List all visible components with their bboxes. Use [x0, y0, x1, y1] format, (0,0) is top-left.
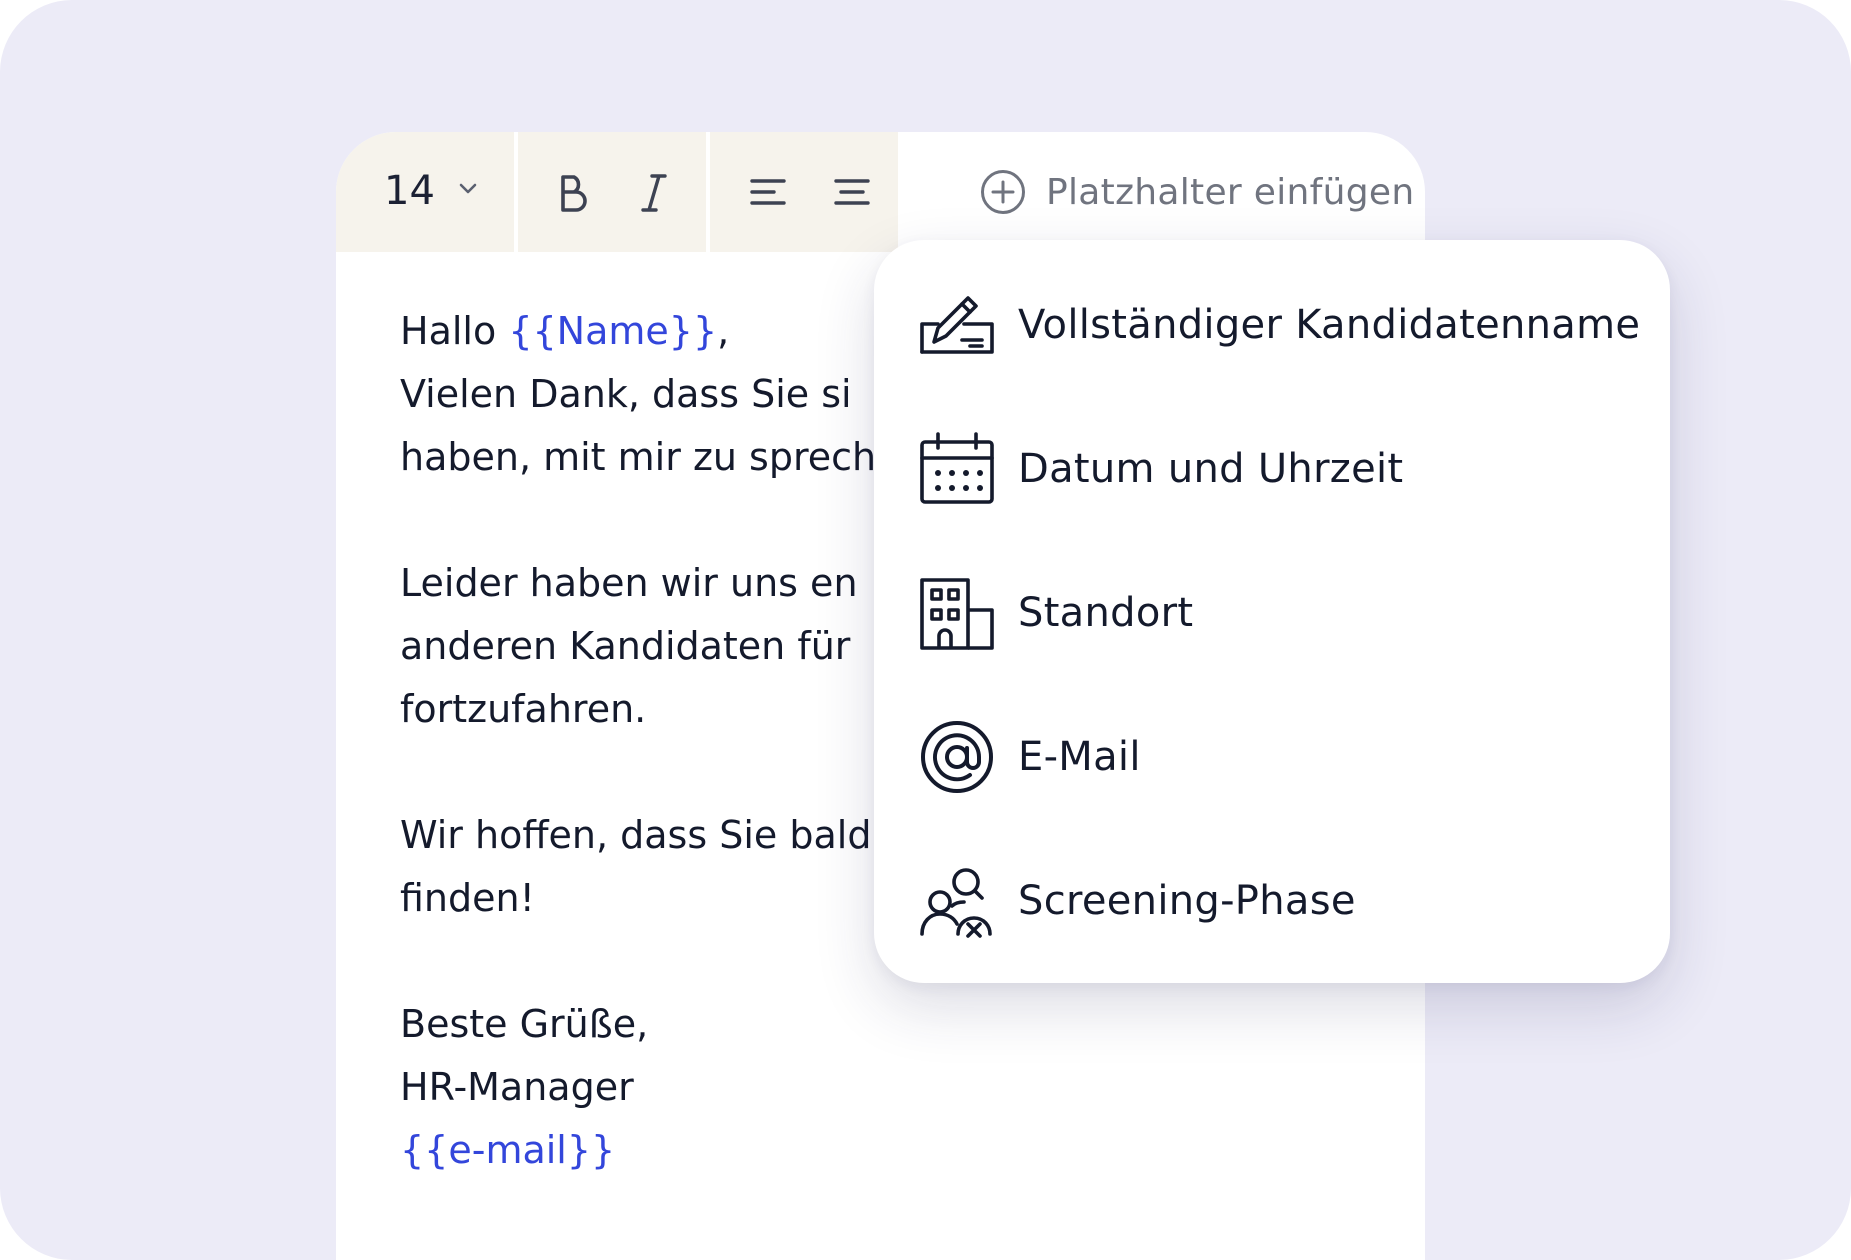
closing-line: Beste Grüße, [400, 1002, 649, 1046]
font-size-value: 14 [384, 168, 435, 214]
italic-icon[interactable] [632, 170, 676, 214]
calendar-icon [920, 432, 994, 504]
menu-item-label: Screening-Phase [1018, 878, 1356, 924]
menu-item-location[interactable]: Standort [918, 568, 1193, 658]
insert-placeholder-label: Platzhalter einfügen [1046, 171, 1415, 213]
insert-placeholder-button[interactable]: Platzhalter einfügen [980, 166, 1414, 218]
font-size-select[interactable]: 14 [336, 132, 514, 252]
menu-item-date-time[interactable]: Datum und Uhrzeit [918, 424, 1403, 514]
bold-icon[interactable] [550, 170, 594, 214]
align-left-icon[interactable] [746, 170, 790, 214]
placeholder-dropdown: Vollständiger Kandidatenname Datum und U… [874, 240, 1670, 983]
menu-item-screening-phase[interactable]: Screening-Phase [918, 856, 1356, 946]
signature-icon [920, 296, 994, 354]
text-align-group [710, 132, 898, 252]
menu-item-label: Standort [1018, 590, 1194, 636]
at-sign-icon [921, 721, 993, 793]
building-icon [920, 578, 994, 650]
text-format-group [518, 132, 706, 252]
menu-item-email[interactable]: E-Mail [918, 712, 1141, 802]
name-placeholder-token[interactable]: {{Name}} [508, 309, 717, 353]
signature-role: HR-Manager [400, 1065, 634, 1109]
menu-item-candidate-name[interactable]: Vollständiger Kandidatenname [918, 280, 1640, 370]
menu-item-label: E-Mail [1018, 734, 1141, 780]
menu-item-label: Datum und Uhrzeit [1018, 446, 1404, 492]
menu-item-label: Vollständiger Kandidatenname [1018, 302, 1641, 348]
email-placeholder-token[interactable]: {{e-mail}} [400, 1119, 1220, 1182]
plus-circle-icon [981, 170, 1025, 214]
users-search-icon [920, 868, 992, 938]
app-frame: 14 Platzhalter einfügen Hallo {{Name}}, … [0, 0, 1851, 1260]
align-center-icon[interactable] [830, 170, 874, 214]
editor-toolbar: 14 Platzhalter einfügen [336, 132, 1425, 252]
chevron-down-icon [459, 183, 477, 194]
